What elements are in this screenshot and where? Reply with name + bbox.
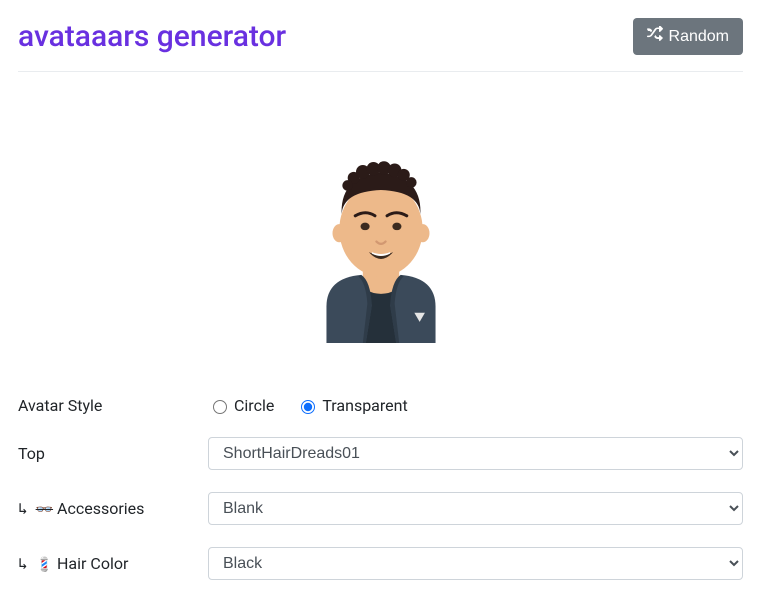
avatar-svg [281, 102, 481, 372]
select-accessories[interactable]: Blank [208, 492, 743, 525]
label-accessories: ↳ 👓 Accessories [18, 499, 208, 518]
row-avatar-style: Avatar Style Circle Transparent [18, 396, 743, 415]
label-top: Top [18, 444, 208, 463]
row-top: Top ShortHairDreads01 [18, 437, 743, 470]
label-accessories-text: Accessories [57, 499, 144, 518]
random-button-label: Random [669, 28, 729, 46]
header: avataaars generator Random [18, 18, 743, 72]
row-accessories: ↳ 👓 Accessories Blank [18, 492, 743, 525]
glasses-icon: 👓 [36, 502, 53, 518]
indent-arrow-icon: ↳ [18, 554, 28, 573]
label-avatar-style: Avatar Style [18, 396, 208, 415]
row-hair-color: ↳ 💈 Hair Color Black [18, 547, 743, 580]
avatar-style-radio-group: Circle Transparent [208, 396, 743, 415]
radio-circle[interactable] [213, 400, 227, 414]
barber-pole-icon: 💈 [36, 557, 53, 573]
radio-option-circle[interactable]: Circle [208, 396, 274, 415]
radio-option-transparent[interactable]: Transparent [296, 396, 407, 415]
radio-circle-label: Circle [234, 396, 274, 415]
select-hair-color[interactable]: Black [208, 547, 743, 580]
label-hair-color: ↳ 💈 Hair Color [18, 554, 208, 573]
avatar-preview [18, 72, 743, 396]
radio-transparent-label: Transparent [322, 396, 407, 415]
indent-arrow-icon: ↳ [18, 499, 28, 518]
select-top[interactable]: ShortHairDreads01 [208, 437, 743, 470]
random-button[interactable]: Random [633, 18, 743, 55]
random-icon [647, 26, 663, 47]
page-title: avataaars generator [18, 19, 286, 54]
radio-transparent[interactable] [301, 400, 315, 414]
label-hair-color-text: Hair Color [57, 554, 128, 573]
